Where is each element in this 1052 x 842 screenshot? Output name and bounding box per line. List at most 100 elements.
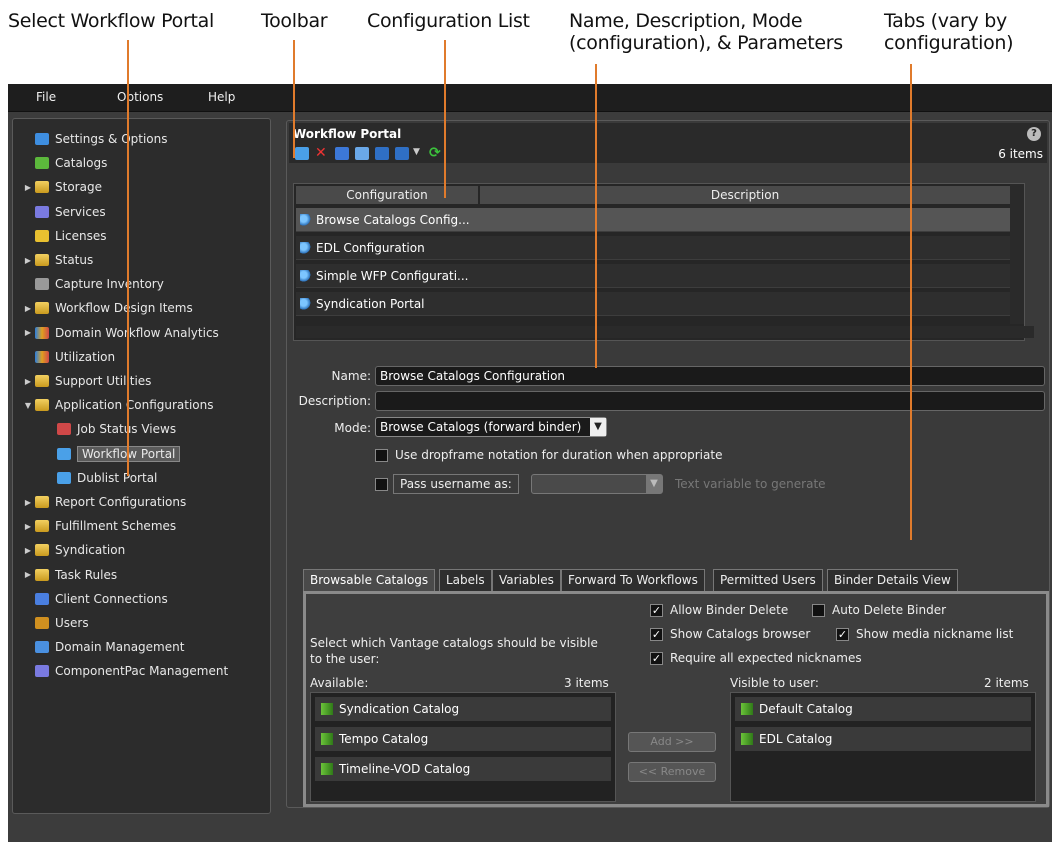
- delete-icon[interactable]: ✕: [315, 146, 329, 160]
- chevron-right-icon[interactable]: ▶: [21, 377, 35, 386]
- item-icon: [35, 350, 49, 363]
- tree-item[interactable]: ▶ Domain Workflow Analytics: [21, 323, 219, 343]
- config-row[interactable]: EDL Configuration: [296, 236, 1024, 260]
- menu-options[interactable]: Options: [117, 90, 163, 104]
- tree-item[interactable]: Licenses: [21, 226, 107, 246]
- tree-item[interactable]: Domain Management: [21, 637, 184, 657]
- list-item[interactable]: Timeline-VOD Catalog: [315, 757, 611, 781]
- list-item[interactable]: Tempo Catalog: [315, 727, 611, 751]
- tree-item[interactable]: Users: [21, 613, 89, 633]
- tree-item-label: Licenses: [55, 228, 107, 243]
- tab-binder-details-view[interactable]: Binder Details View: [827, 569, 958, 591]
- chevron-right-icon[interactable]: ▶: [21, 522, 35, 531]
- tree-item-label: Application Configurations: [55, 398, 214, 413]
- item-icon: [57, 447, 71, 460]
- item-icon: [35, 229, 49, 242]
- chevron-right-icon[interactable]: ▶: [21, 570, 35, 579]
- chevron-right-icon[interactable]: ▶: [21, 256, 35, 265]
- tree-item[interactable]: Dublist Portal: [43, 468, 157, 488]
- callout-line-tabs: [910, 64, 912, 540]
- export-menu-icon[interactable]: ▼: [413, 147, 423, 160]
- add-button[interactable]: Add >>: [628, 732, 716, 752]
- list-item[interactable]: Default Catalog: [735, 697, 1031, 721]
- tree-item-label: Workflow Design Items: [55, 301, 193, 316]
- copy-icon[interactable]: [355, 147, 369, 160]
- tree-item[interactable]: Services: [21, 202, 106, 222]
- description-field[interactable]: [375, 391, 1045, 411]
- tree-item[interactable]: Settings & Options: [21, 129, 168, 149]
- auto-delete-checkbox[interactable]: [812, 604, 825, 617]
- tree-item[interactable]: ▶ Storage: [21, 177, 102, 197]
- tree-item[interactable]: ▶ Report Configurations: [21, 492, 186, 512]
- chevron-right-icon[interactable]: ▶: [21, 328, 35, 337]
- show-nickname-label: Show media nickname list: [856, 627, 1014, 641]
- dropframe-checkbox[interactable]: [375, 449, 388, 462]
- auto-delete-label: Auto Delete Binder: [832, 603, 947, 617]
- tree-item[interactable]: ▶ Workflow Design Items: [21, 298, 193, 318]
- chevron-right-icon[interactable]: ▶: [21, 304, 35, 313]
- remove-button[interactable]: << Remove: [628, 762, 716, 782]
- tree-item[interactable]: Capture Inventory: [21, 274, 164, 294]
- chevron-right-icon[interactable]: ▶: [21, 498, 35, 507]
- allow-delete-label: Allow Binder Delete: [670, 603, 789, 617]
- help-icon[interactable]: ?: [1027, 127, 1041, 141]
- folder-icon: [35, 375, 49, 387]
- tab-browsable-catalogs[interactable]: Browsable Catalogs: [303, 569, 436, 591]
- folder-icon: [35, 326, 49, 339]
- import-icon[interactable]: [375, 147, 389, 160]
- item-icon: [57, 423, 71, 436]
- callout-name-desc-2: (configuration), & Parameters: [569, 32, 843, 54]
- show-browser-checkbox[interactable]: ✓: [650, 628, 663, 641]
- tab-variables[interactable]: Variables: [492, 569, 561, 591]
- config-row[interactable]: Browse Catalogs Config...: [296, 208, 1024, 232]
- list-item[interactable]: EDL Catalog: [735, 727, 1031, 751]
- tree-item-label: Support Utilities: [55, 374, 152, 388]
- column-description[interactable]: Description: [480, 186, 1010, 204]
- column-configuration[interactable]: Configuration: [296, 186, 478, 204]
- tree-item[interactable]: ▶ Task Rules: [21, 565, 117, 585]
- tree-item[interactable]: ▶ Support Utilities: [21, 371, 152, 391]
- tree-item[interactable]: ComponentPac Management: [21, 661, 228, 681]
- config-row-label: Browse Catalogs Config...: [316, 212, 470, 227]
- tree-item[interactable]: Utilization: [21, 347, 115, 367]
- tab-labels[interactable]: Labels: [439, 569, 492, 591]
- tree-item-label: Dublist Portal: [77, 470, 158, 485]
- save-icon[interactable]: [335, 147, 349, 160]
- allow-delete-checkbox[interactable]: ✓: [650, 604, 663, 617]
- tree-item[interactable]: Client Connections: [21, 589, 168, 609]
- username-variable-select[interactable]: ▼: [531, 474, 663, 494]
- config-row[interactable]: Syndication Portal: [296, 292, 1024, 316]
- tab-forward-to-workflows[interactable]: Forward To Workflows: [561, 569, 705, 591]
- horizontal-scrollbar[interactable]: [296, 326, 1034, 338]
- new-config-icon[interactable]: [295, 147, 309, 160]
- tree-item[interactable]: ▶ Syndication: [21, 540, 125, 560]
- chevron-down-icon[interactable]: ▼: [21, 401, 35, 410]
- folder-icon: [35, 399, 49, 412]
- tree-item[interactable]: ▶ Fulfillment Schemes: [21, 516, 176, 536]
- tree-item-label: Utilization: [55, 349, 116, 364]
- tree-item[interactable]: Job Status Views: [43, 419, 176, 439]
- vertical-scrollbar[interactable]: [1010, 184, 1024, 324]
- show-nickname-checkbox[interactable]: ✓: [836, 628, 849, 641]
- pass-username-checkbox[interactable]: [375, 478, 388, 491]
- menu-help[interactable]: Help: [208, 90, 235, 104]
- chevron-right-icon[interactable]: ▶: [21, 183, 35, 192]
- list-item[interactable]: Syndication Catalog: [315, 697, 611, 721]
- mode-select[interactable]: Browse Catalogs (forward binder) ▼: [375, 417, 607, 437]
- export-icon[interactable]: [395, 147, 409, 160]
- tree-item[interactable]: Workflow Portal: [43, 444, 181, 464]
- available-catalogs-list: Syndication Catalog Tempo Catalog Timeli…: [310, 692, 616, 802]
- tree-item[interactable]: Catalogs: [21, 153, 107, 173]
- tree-item[interactable]: ▶ Status: [21, 250, 93, 270]
- refresh-icon[interactable]: ⟳: [429, 146, 443, 160]
- require-nicknames-checkbox[interactable]: ✓: [650, 652, 663, 665]
- folder-icon: [35, 544, 49, 557]
- item-icon: [35, 133, 49, 145]
- menu-file[interactable]: File: [36, 90, 56, 104]
- item-icon: [57, 471, 71, 484]
- config-row[interactable]: Simple WFP Configurati...: [296, 264, 1024, 288]
- name-field[interactable]: Browse Catalogs Configuration: [375, 366, 1045, 386]
- chevron-right-icon[interactable]: ▶: [21, 546, 35, 555]
- tree-item[interactable]: ▼ Application Configurations: [21, 395, 214, 415]
- tab-permitted-users[interactable]: Permitted Users: [713, 569, 823, 591]
